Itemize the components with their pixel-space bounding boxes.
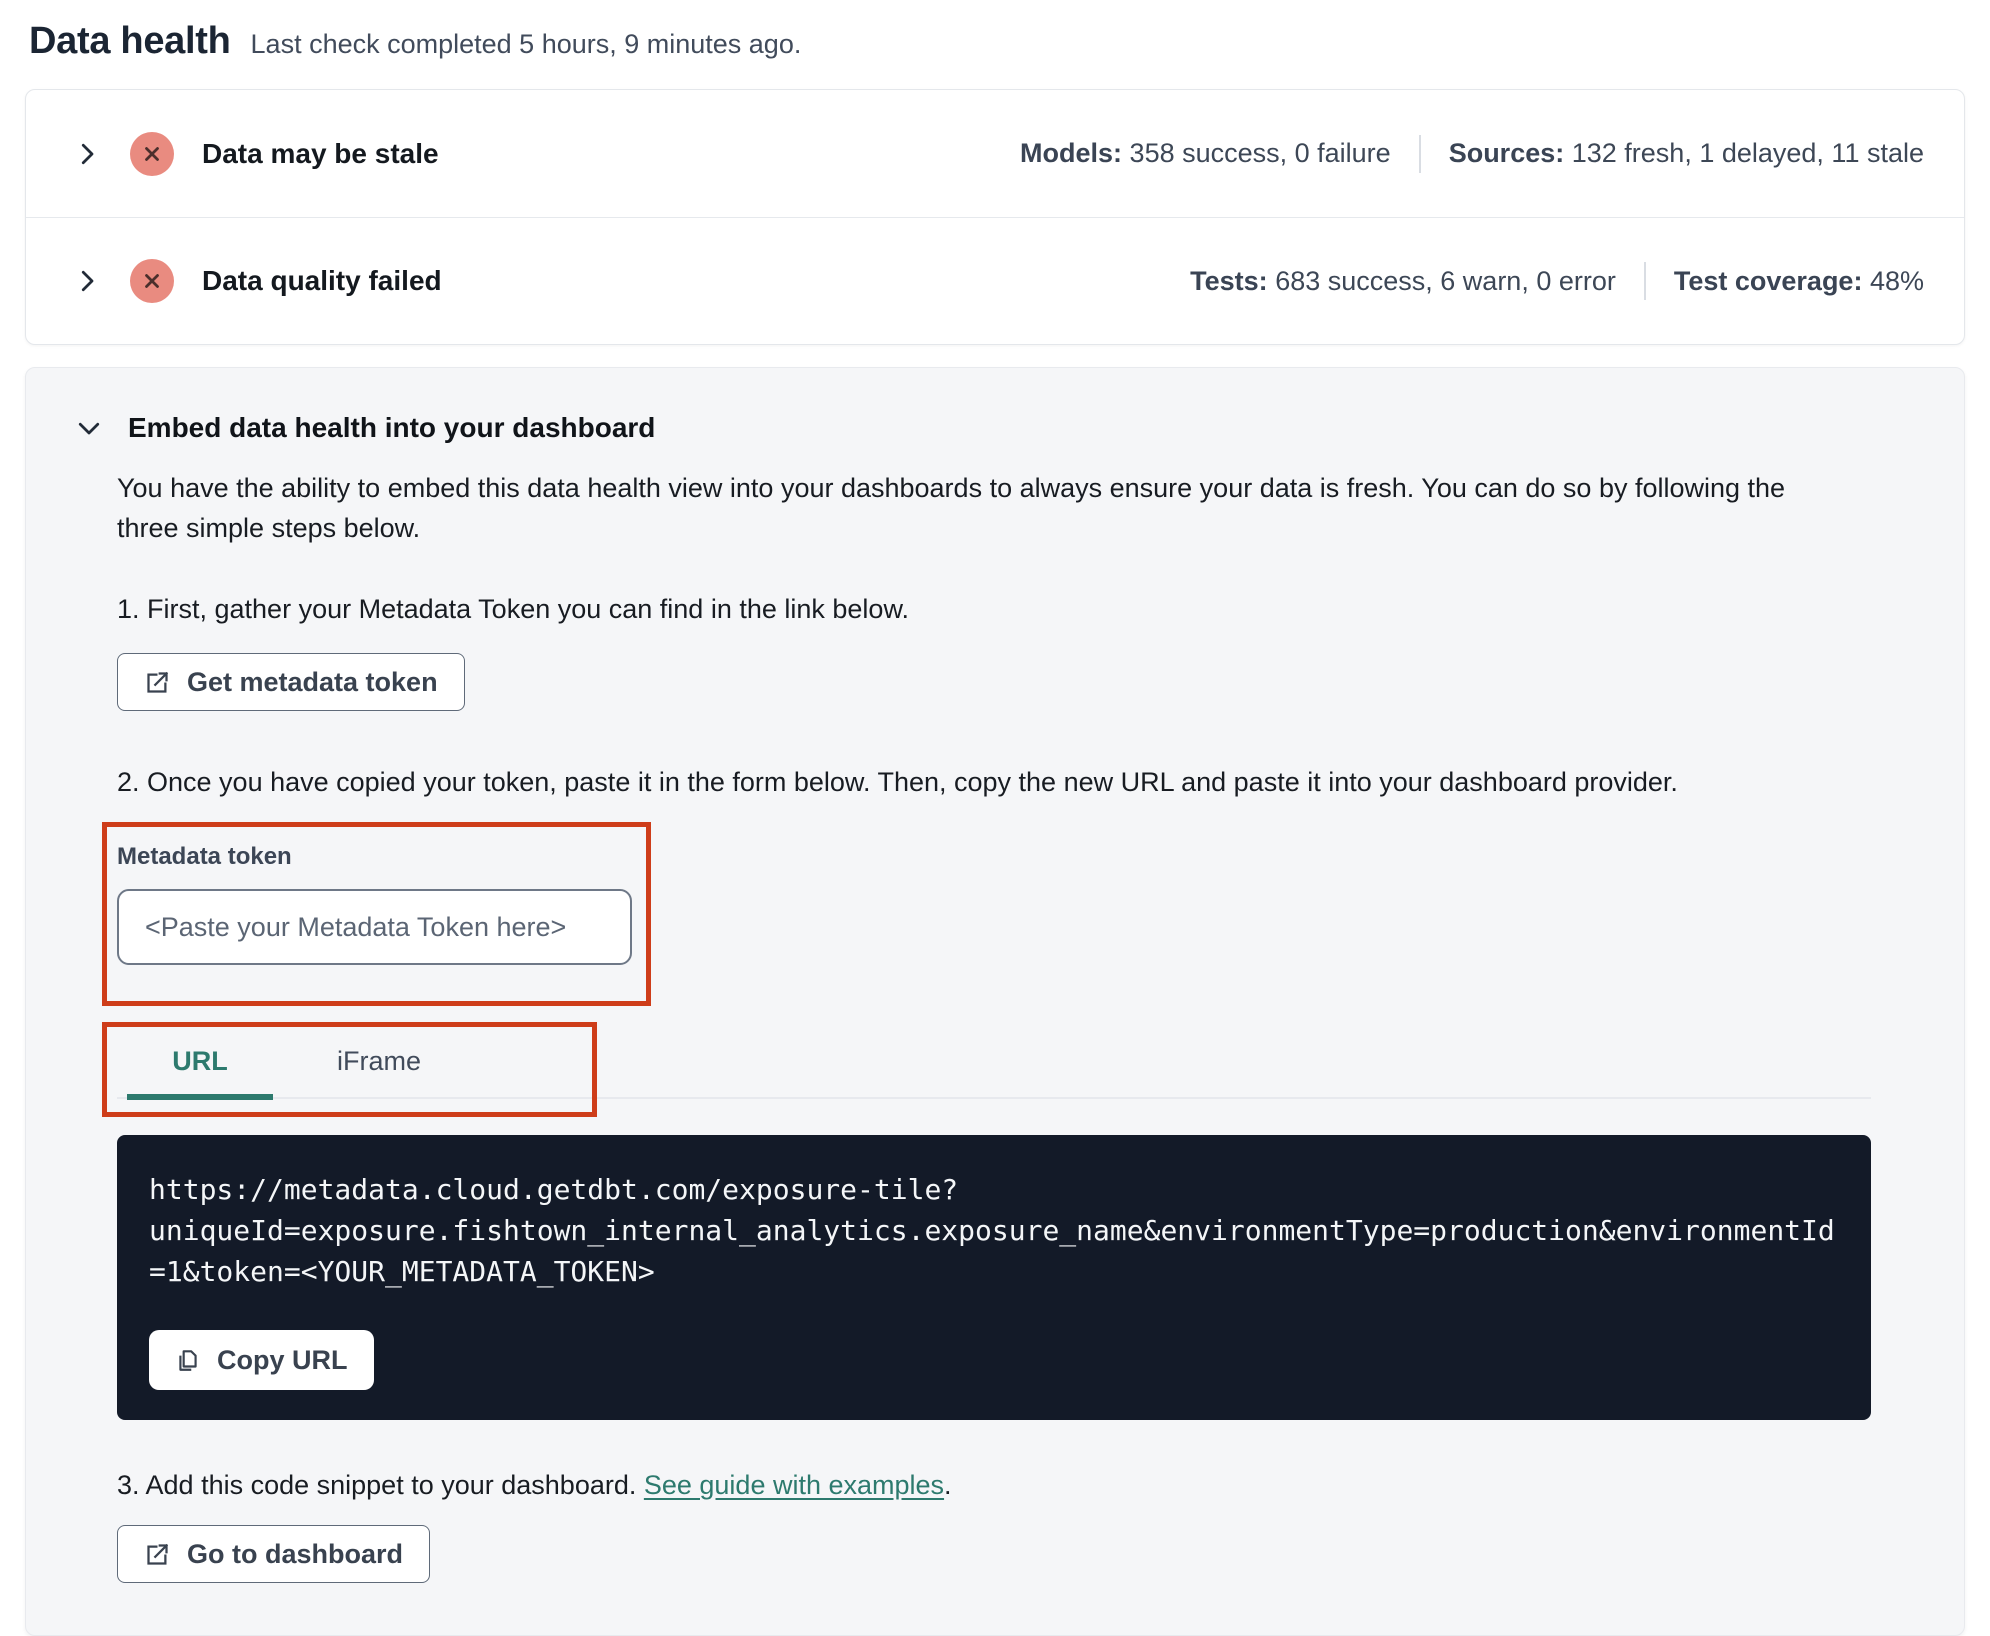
last-check-status: Last check completed 5 hours, 9 minutes … — [250, 29, 802, 59]
embed-section-header[interactable]: Embed data health into your dashboard — [74, 412, 1916, 444]
health-row-stats: Models: 358 success, 0 failure Sources: … — [1020, 134, 1924, 173]
embed-url-text: https://metadata.cloud.getdbt.com/exposu… — [149, 1173, 1835, 1288]
go-to-dashboard-button[interactable]: Go to dashboard — [117, 1525, 430, 1583]
step2-text: 2. Once you have copied your token, past… — [117, 767, 1678, 797]
step3-text: 3. Add this code snippet to your dashboa… — [117, 1470, 952, 1500]
chevron-right-icon[interactable] — [72, 266, 102, 296]
x-circle-icon — [130, 131, 174, 176]
data-health-page: Data health Last check completed 5 hours… — [0, 0, 1990, 1636]
button-label: Get metadata token — [187, 666, 438, 697]
sources-stat: Sources: 132 fresh, 1 delayed, 11 stale — [1448, 138, 1924, 168]
page-header: Data health Last check completed 5 hours… — [25, 20, 1965, 63]
health-row-title: Data quality failed — [202, 265, 442, 296]
button-label: Go to dashboard — [187, 1538, 403, 1569]
embed-url-code-block: https://metadata.cloud.getdbt.com/exposu… — [117, 1135, 1871, 1420]
button-label: Copy URL — [217, 1344, 348, 1375]
embed-format-tabs: URL iFrame — [102, 1022, 1871, 1117]
metadata-token-input[interactable] — [117, 889, 632, 965]
health-row-title: Data may be stale — [202, 137, 439, 169]
health-row-stats: Tests: 683 success, 6 warn, 0 error Test… — [1190, 262, 1924, 300]
external-link-icon — [147, 671, 169, 693]
get-metadata-token-button[interactable]: Get metadata token — [117, 653, 465, 711]
external-link-icon — [147, 1543, 169, 1565]
chevron-down-icon[interactable] — [74, 413, 104, 443]
token-annotation-box: Metadata token — [102, 822, 651, 1006]
embed-content: You have the ability to embed this data … — [74, 468, 1916, 1583]
copy-url-button[interactable]: Copy URL — [149, 1330, 374, 1390]
x-circle-icon — [130, 259, 174, 303]
step1-text: 1. First, gather your Metadata Token you… — [117, 594, 909, 624]
copy-icon — [179, 1350, 197, 1371]
tab-bar: URL iFrame — [117, 1034, 1871, 1100]
health-row-stale[interactable]: Data may be stale Models: 358 success, 0… — [26, 90, 1964, 217]
embed-panel: Embed data health into your dashboard Yo… — [25, 367, 1965, 1636]
embed-section-title: Embed data health into your dashboard — [128, 412, 656, 443]
stat-divider — [1418, 134, 1421, 173]
health-row-quality[interactable]: Data quality failed Tests: 683 success, … — [26, 217, 1964, 344]
models-stat: Models: 358 success, 0 failure — [1020, 138, 1391, 168]
chevron-right-icon[interactable] — [72, 139, 102, 169]
stat-divider — [1643, 262, 1646, 300]
embed-description: You have the ability to embed this data … — [117, 473, 1786, 543]
guide-link[interactable]: See guide with examples — [644, 1470, 944, 1500]
tab-iframe[interactable]: iFrame — [283, 1034, 475, 1097]
metadata-token-label: Metadata token — [117, 843, 292, 870]
health-summary-card: Data may be stale Models: 358 success, 0… — [25, 89, 1965, 345]
page-title: Data health — [29, 20, 231, 62]
tab-url[interactable]: URL — [117, 1034, 283, 1100]
test-coverage-stat: Test coverage: 48% — [1673, 265, 1924, 296]
tests-stat: Tests: 683 success, 6 warn, 0 error — [1190, 265, 1616, 296]
